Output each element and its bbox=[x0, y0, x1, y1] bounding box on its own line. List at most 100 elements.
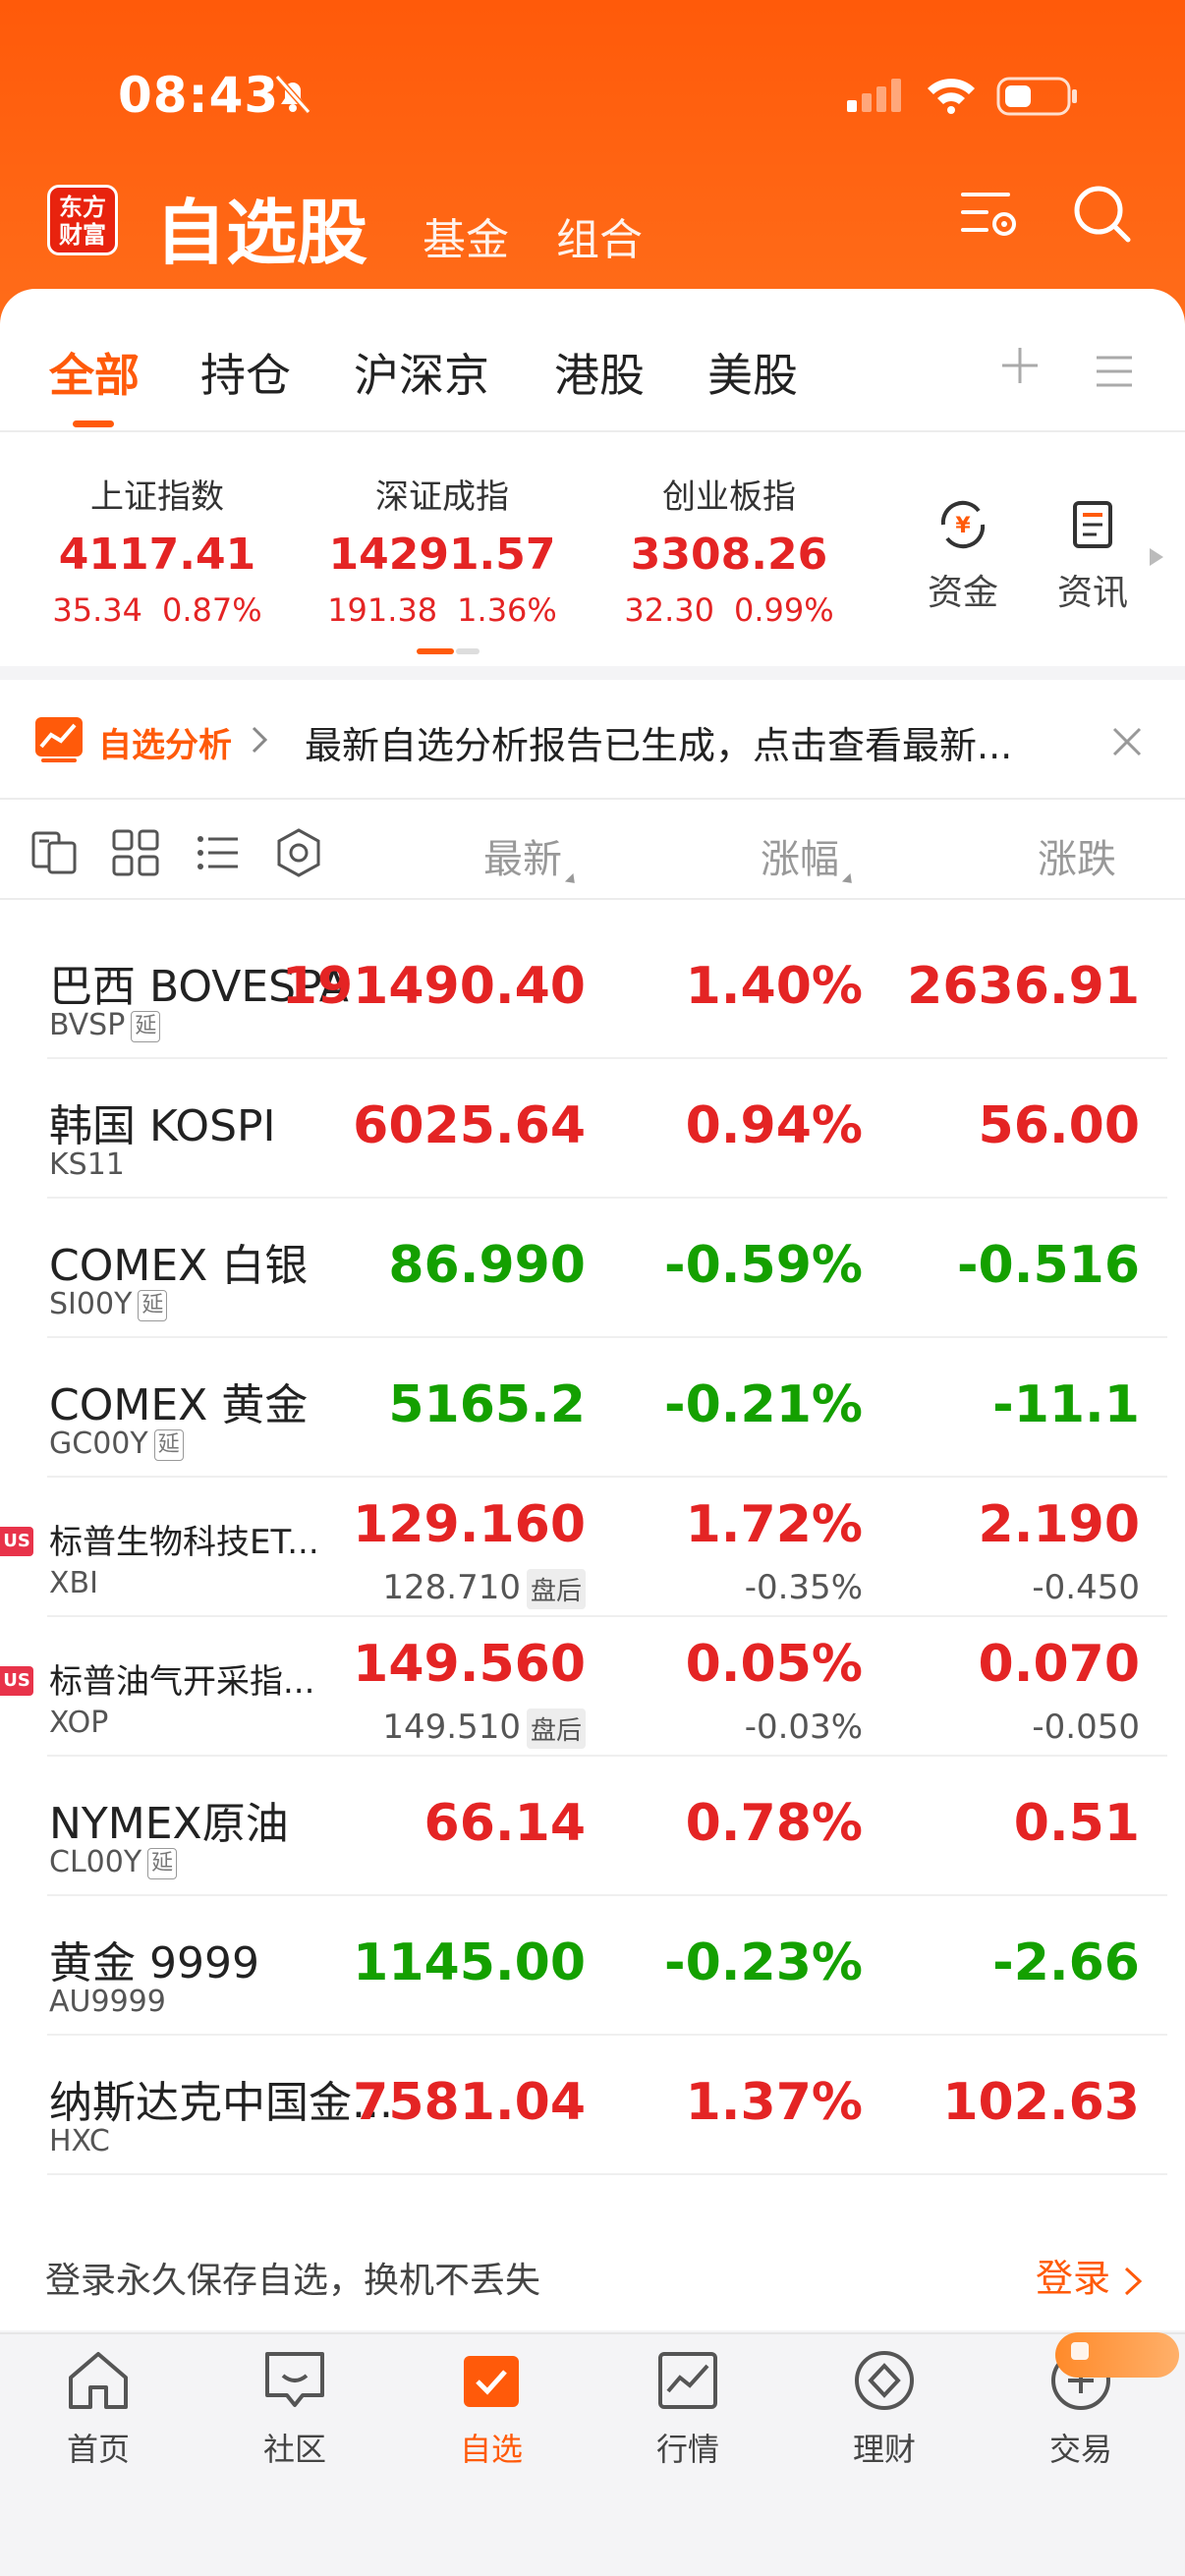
after-hours-change: -0.050 bbox=[1032, 1708, 1140, 1747]
stock-row[interactable]: US 标普油气开采指... XOP 149.560 0.05% 0.070 149.510 盘… bbox=[0, 1615, 1185, 1757]
stock-name: 韩国 KOSPI bbox=[49, 1101, 276, 1151]
pct-change: 1.72% bbox=[685, 1495, 863, 1554]
pct-change: 0.05% bbox=[685, 1635, 863, 1694]
price-change: 56.00 bbox=[978, 1096, 1140, 1155]
wifi-icon bbox=[928, 79, 975, 114]
pct-change: 1.37% bbox=[685, 2073, 863, 2132]
fund-flow-icon: ¥ bbox=[940, 500, 986, 549]
pct-change: -0.21% bbox=[664, 1375, 863, 1434]
tab-all[interactable]: 全部 bbox=[49, 340, 140, 405]
stock-row[interactable]: 巴西 BOVESPA BVSP 延 191490.40 1.40% 2636.91 bbox=[0, 918, 1185, 1059]
stock-code: CL00Y 延 bbox=[49, 1845, 178, 1879]
tab-holdings[interactable]: 持仓 bbox=[200, 340, 291, 405]
column-latest[interactable]: 最新 bbox=[483, 827, 580, 888]
after-hours-price: 128.710 盘后 bbox=[382, 1568, 586, 1609]
trade-promo-badge-icon[interactable] bbox=[1055, 2332, 1179, 2378]
price-change: 0.070 bbox=[978, 1635, 1140, 1694]
index-shanghai[interactable]: 上证指数 4117.41 35.34 0.87% bbox=[10, 470, 305, 629]
price-change: -2.66 bbox=[992, 1933, 1140, 1992]
chevron-right-icon bbox=[252, 726, 268, 754]
column-pct-change[interactable]: 涨幅 bbox=[761, 827, 857, 888]
menu-icon[interactable] bbox=[1095, 354, 1134, 389]
pct-change: 0.94% bbox=[685, 1096, 863, 1155]
settings-list-icon[interactable] bbox=[959, 183, 1022, 246]
pct-change: -0.23% bbox=[664, 1933, 863, 1992]
scroll-right-icon[interactable] bbox=[1148, 546, 1165, 568]
latest-price: 6025.64 bbox=[353, 1096, 586, 1155]
sort-edit-icon[interactable] bbox=[29, 827, 81, 878]
analysis-tag[interactable]: 自选分析 bbox=[98, 718, 232, 766]
wealth-icon bbox=[855, 2351, 914, 2410]
index-chinext[interactable]: 创业板指 3308.26 32.30 0.99% bbox=[582, 470, 876, 629]
stock-name: 纳斯达克中国金... bbox=[49, 2078, 393, 2128]
page-title: 自选股 bbox=[155, 192, 368, 274]
header-divider bbox=[0, 898, 1185, 900]
stock-row[interactable]: NYMEX原油 CL00Y 延 66.14 0.78% 0.51 bbox=[0, 1755, 1185, 1896]
active-tab-indicator bbox=[73, 420, 114, 427]
stock-code: SI00Y 延 bbox=[49, 1287, 168, 1321]
banner-divider bbox=[0, 798, 1185, 800]
grid-view-icon[interactable] bbox=[110, 827, 161, 878]
nav-watchlist[interactable]: 自选 bbox=[413, 2348, 570, 2470]
watchlist-icon bbox=[464, 2356, 519, 2407]
latest-price: 7581.04 bbox=[353, 2073, 586, 2132]
index-shenzhen[interactable]: 深证成指 14291.57 191.38 1.36% bbox=[295, 470, 590, 629]
subnav-fund[interactable]: 基金 bbox=[423, 204, 509, 267]
stock-row[interactable]: 黄金 9999 AU9999 1145.00 -0.23% -2.66 bbox=[0, 1894, 1185, 2036]
latest-price: 66.14 bbox=[423, 1794, 586, 1853]
news-icon bbox=[1073, 501, 1112, 548]
stock-row[interactable]: 纳斯达克中国金... HXC 7581.04 1.37% 102.63 bbox=[0, 2034, 1185, 2175]
price-change: 2.190 bbox=[978, 1495, 1140, 1554]
us-market-badge: US bbox=[0, 1666, 33, 1696]
nav-home[interactable]: 首页 bbox=[20, 2348, 177, 2470]
status-time: 08:43 bbox=[118, 67, 280, 124]
close-icon[interactable] bbox=[1110, 725, 1144, 758]
app-header bbox=[0, 0, 1185, 334]
app-logo: 东方 财富 bbox=[47, 185, 118, 255]
analysis-banner-text[interactable]: 最新自选分析报告已生成，点击查看最新... bbox=[305, 715, 1091, 769]
index-pager-active bbox=[417, 648, 454, 654]
cellular-signal-icon bbox=[847, 79, 901, 112]
delayed-badge: 延 bbox=[138, 1289, 168, 1321]
svg-text:¥: ¥ bbox=[955, 514, 971, 538]
nav-community[interactable]: 社区 bbox=[216, 2348, 373, 2470]
latest-price: 5165.2 bbox=[388, 1375, 586, 1434]
stock-name: COMEX 白银 bbox=[49, 1241, 309, 1291]
stock-row[interactable]: COMEX 黄金 GC00Y 延 5165.2 -0.21% -11.1 bbox=[0, 1336, 1185, 1478]
stock-row[interactable]: 韩国 KOSPI KS11 6025.64 0.94% 56.00 bbox=[0, 1057, 1185, 1199]
after-hours-pct: -0.35% bbox=[744, 1568, 863, 1607]
latest-price: 86.990 bbox=[388, 1236, 586, 1295]
list-view-icon[interactable] bbox=[193, 827, 244, 878]
stock-name: 标普生物科技ET... bbox=[49, 1523, 319, 1562]
community-icon bbox=[265, 2352, 324, 2407]
mute-bell-icon bbox=[274, 75, 311, 114]
add-icon[interactable] bbox=[998, 344, 1042, 387]
latest-price: 129.160 bbox=[353, 1495, 586, 1554]
nav-wealth[interactable]: 理财 bbox=[806, 2348, 963, 2470]
pct-change: -0.59% bbox=[664, 1236, 863, 1295]
search-icon[interactable] bbox=[1071, 183, 1134, 246]
stock-row[interactable]: COMEX 白银 SI00Y 延 86.990 -0.59% -0.516 bbox=[0, 1197, 1185, 1338]
tab-hk-stocks[interactable]: 港股 bbox=[554, 340, 645, 405]
quick-link-news[interactable]: 资讯 bbox=[1044, 497, 1142, 615]
nav-market[interactable]: 行情 bbox=[609, 2348, 766, 2470]
subnav-portfolio[interactable]: 组合 bbox=[556, 204, 643, 267]
settings-hex-icon[interactable] bbox=[273, 827, 324, 878]
price-change: 2636.91 bbox=[907, 957, 1140, 1016]
tab-us-stocks[interactable]: 美股 bbox=[707, 340, 798, 405]
index-pager-inactive bbox=[456, 648, 480, 654]
column-change[interactable]: 涨跌 bbox=[1038, 827, 1185, 884]
tab-a-shares[interactable]: 沪深京 bbox=[354, 340, 489, 405]
chevron-right-icon bbox=[1125, 2267, 1143, 2295]
analysis-chart-icon bbox=[35, 717, 83, 762]
price-change: -11.1 bbox=[992, 1375, 1140, 1434]
pct-change: 1.40% bbox=[685, 957, 863, 1016]
us-market-badge: US bbox=[0, 1527, 33, 1556]
after-hours-badge: 盘后 bbox=[526, 1569, 586, 1609]
battery-icon bbox=[996, 77, 1077, 116]
pct-change: 0.78% bbox=[685, 1794, 863, 1853]
stock-row[interactable]: US 标普生物科技ET... XBI 129.160 1.72% 2.190 128.710… bbox=[0, 1476, 1185, 1617]
quick-link-fund-flow[interactable]: ¥ 资金 bbox=[914, 497, 1012, 615]
tab-divider bbox=[0, 430, 1185, 432]
login-button[interactable]: 登录 bbox=[1036, 2248, 1144, 2302]
